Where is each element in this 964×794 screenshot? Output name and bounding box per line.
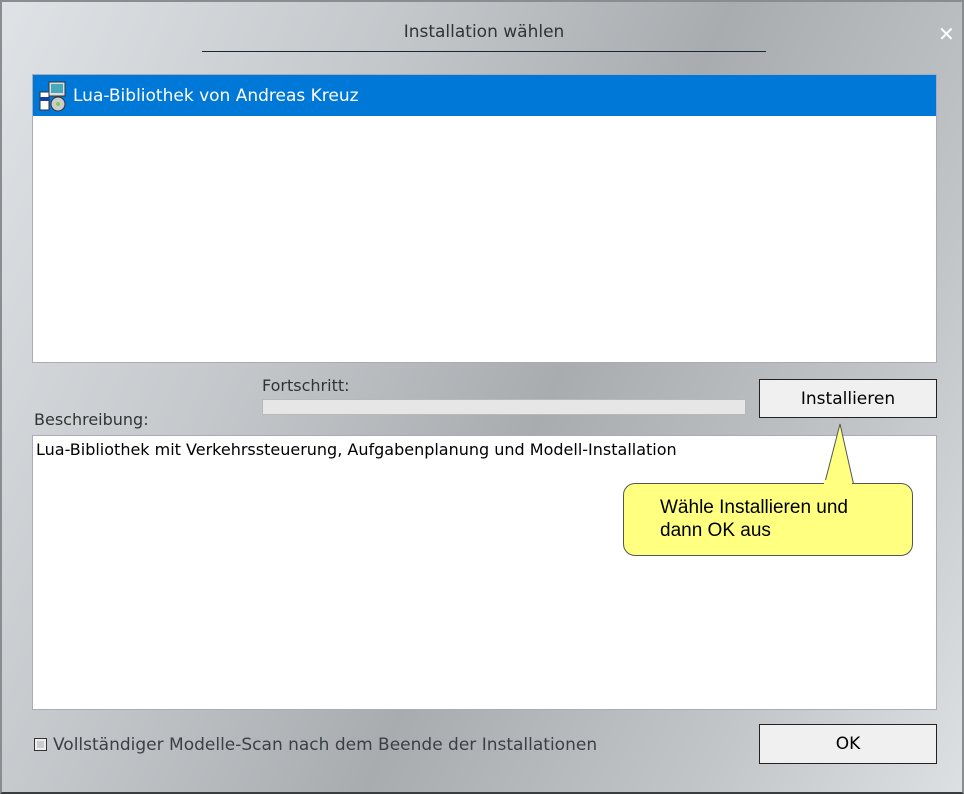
progress-label: Fortschritt: [262,376,350,395]
install-button[interactable]: Installieren [759,379,937,418]
description-label: Beschreibung: [34,410,149,429]
close-icon[interactable]: ✕ [938,22,955,46]
tooltip: Wähle Installieren und dann OK aus [623,483,913,556]
description-text: Lua-Bibliothek mit Verkehrssteuerung, Au… [36,440,677,459]
list-item-label: Lua-Bibliothek von Andreas Kreuz [73,85,359,106]
full-scan-checkbox[interactable] [34,738,47,751]
progress-bar [262,399,746,415]
tooltip-line-1: Wähle Installieren und [660,497,848,518]
title-divider [202,51,766,52]
tooltip-line-2: dann OK aus [660,520,771,541]
installation-dialog: Installation wählen ✕ Lua-Bibliothek von… [0,0,964,794]
ok-button[interactable]: OK [759,724,937,764]
list-item[interactable]: Lua-Bibliothek von Andreas Kreuz [33,75,936,116]
installation-list[interactable]: Lua-Bibliothek von Andreas Kreuz [32,74,937,363]
full-scan-label[interactable]: Vollständiger Modelle-Scan nach dem Been… [53,735,597,755]
dialog-title: Installation wählen [403,22,565,42]
tooltip-pointer-join [824,480,852,486]
installer-icon [39,81,66,111]
